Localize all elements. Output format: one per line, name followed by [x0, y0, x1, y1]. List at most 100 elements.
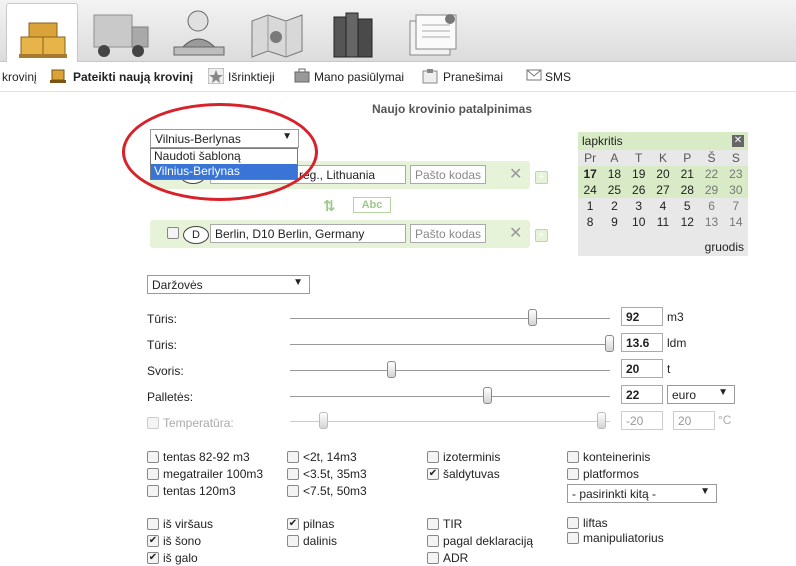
- calendar-day[interactable]: 19: [626, 166, 651, 182]
- loading-meters-slider-track[interactable]: [290, 344, 610, 345]
- vehicle-option-checkbox[interactable]: [287, 451, 299, 463]
- menu-item-new-cargo[interactable]: Pateikti naują krovinį: [73, 70, 193, 84]
- vehicle-option-checkbox[interactable]: [567, 468, 579, 480]
- calendar-day[interactable]: 2: [602, 198, 626, 214]
- swap-route-icon[interactable]: ⇅: [323, 197, 336, 215]
- weekday-label: A: [610, 151, 619, 165]
- cargo-type-select[interactable]: Daržovės ▼: [147, 275, 310, 294]
- loading-option-checkbox[interactable]: [427, 535, 439, 547]
- weight-slider-thumb[interactable]: [387, 361, 397, 378]
- to-add-icon[interactable]: +: [535, 229, 548, 242]
- weekday-label: S: [731, 151, 740, 165]
- tab-books[interactable]: [316, 4, 388, 60]
- from-add-icon[interactable]: +: [535, 171, 548, 184]
- from-postcode-input[interactable]: Pašto kodas: [410, 165, 486, 184]
- calendar-day-today[interactable]: 17: [578, 166, 603, 182]
- pallets-value-input[interactable]: 22: [621, 385, 663, 404]
- weight-slider-track[interactable]: [290, 370, 610, 371]
- calendar-day[interactable]: 10: [627, 214, 651, 230]
- tab-documents[interactable]: [394, 4, 466, 60]
- calendar-day[interactable]: 3: [627, 198, 651, 214]
- menu-item-sms[interactable]: SMS: [545, 70, 571, 84]
- calendar-day[interactable]: 30: [723, 182, 748, 198]
- menu-item-notifications[interactable]: Pranešimai: [443, 70, 503, 84]
- calendar-day[interactable]: 23: [723, 166, 748, 182]
- calendar-day[interactable]: 7: [724, 198, 748, 214]
- calendar-day[interactable]: 28: [675, 182, 700, 198]
- calendar-day[interactable]: 26: [626, 182, 651, 198]
- loading-option-checkbox[interactable]: [287, 535, 299, 547]
- calendar-day[interactable]: 5: [675, 198, 699, 214]
- calendar-close-icon[interactable]: ✕: [732, 135, 744, 147]
- from-remove-icon[interactable]: ✕: [509, 164, 522, 184]
- loading-option-checkbox[interactable]: [147, 518, 159, 530]
- to-address-input[interactable]: Berlin, D10 Berlin, Germany: [210, 224, 406, 243]
- calendar-day[interactable]: 1: [578, 198, 602, 214]
- vehicle-option-checkbox[interactable]: ✔: [427, 468, 439, 480]
- volume-slider-thumb[interactable]: [528, 309, 538, 326]
- vehicle-option-checkbox[interactable]: [147, 451, 159, 463]
- loading-meters-value-input[interactable]: 13.6: [621, 333, 663, 352]
- menu-item-cargo[interactable]: krovinį: [2, 70, 37, 84]
- tab-trucks[interactable]: [82, 4, 154, 60]
- temperature-checkbox[interactable]: [147, 417, 159, 429]
- tab-person[interactable]: [160, 4, 232, 60]
- temperature-min-input[interactable]: -20: [621, 411, 663, 430]
- vehicle-option-checkbox[interactable]: [287, 468, 299, 480]
- temperature-slider-track[interactable]: [290, 421, 610, 422]
- calendar-day[interactable]: 21: [675, 166, 700, 182]
- calendar-day[interactable]: 13: [699, 214, 723, 230]
- weight-value-input[interactable]: 20: [621, 359, 663, 378]
- loading-option-checkbox[interactable]: [567, 517, 579, 529]
- pallets-slider-track[interactable]: [290, 396, 610, 397]
- calendar-day[interactable]: 18: [602, 166, 627, 182]
- chevron-down-icon: ▼: [718, 387, 728, 398]
- pallet-type-select[interactable]: euro ▼: [667, 385, 735, 404]
- loading-option-checkbox[interactable]: ✔: [147, 552, 159, 564]
- loading-option-checkbox[interactable]: [567, 532, 579, 544]
- loading-option-checkbox[interactable]: [427, 552, 439, 564]
- menu-item-favorites[interactable]: Išrinktieji: [228, 70, 275, 84]
- tab-map[interactable]: [238, 4, 310, 60]
- temperature-max-input[interactable]: 20: [673, 411, 715, 430]
- to-remove-icon[interactable]: ✕: [509, 223, 522, 243]
- calendar-day[interactable]: 14: [724, 214, 748, 230]
- volume-value-input[interactable]: 92: [621, 307, 663, 326]
- calendar-day[interactable]: 20: [650, 166, 676, 182]
- calendar-day[interactable]: 22: [699, 166, 724, 182]
- pallets-slider-thumb[interactable]: [483, 387, 493, 404]
- calendar-day[interactable]: 11: [651, 214, 675, 230]
- calendar-day[interactable]: 12: [675, 214, 699, 230]
- calendar-month: lapkritis: [582, 134, 623, 148]
- loading-option-checkbox[interactable]: ✔: [287, 518, 299, 530]
- loading-meters-slider-thumb[interactable]: [605, 335, 614, 352]
- menu-item-my-offers[interactable]: Mano pasiūlymai: [314, 70, 404, 84]
- to-checkbox[interactable]: [167, 227, 179, 239]
- calendar-day[interactable]: 24: [578, 182, 603, 198]
- volume-slider-track[interactable]: [290, 318, 610, 319]
- calendar-day[interactable]: 8: [578, 214, 602, 230]
- loading-option-checkbox[interactable]: [427, 518, 439, 530]
- abc-button[interactable]: Abc: [353, 197, 391, 213]
- top-icon-bar: [0, 0, 796, 62]
- vehicle-option-checkbox[interactable]: [147, 468, 159, 480]
- other-vehicle-select[interactable]: - pasirinkti kitą - ▼: [567, 484, 717, 503]
- calendar-day[interactable]: 9: [602, 214, 626, 230]
- section-title: Naujo krovinio patalpinimas: [371, 102, 533, 116]
- to-postcode-input[interactable]: Pašto kodas: [410, 224, 486, 243]
- calendar-day[interactable]: 25: [602, 182, 627, 198]
- vehicle-option-checkbox[interactable]: [287, 485, 299, 497]
- calendar-day[interactable]: 6: [699, 198, 723, 214]
- vehicle-option-checkbox[interactable]: [567, 451, 579, 463]
- vehicle-option-checkbox[interactable]: [147, 485, 159, 497]
- calendar-day[interactable]: 29: [699, 182, 724, 198]
- loading-option-checkbox[interactable]: ✔: [147, 535, 159, 547]
- calendar-day[interactable]: 27: [650, 182, 676, 198]
- calendar-next-month[interactable]: gruodis: [705, 240, 744, 254]
- temperature-max-thumb[interactable]: [597, 412, 606, 429]
- calendar-day[interactable]: 4: [651, 198, 675, 214]
- tab-cargo[interactable]: [6, 3, 78, 62]
- vehicle-option-checkbox[interactable]: [427, 451, 439, 463]
- weekday-label: P: [683, 151, 692, 165]
- temperature-min-thumb[interactable]: [319, 412, 328, 429]
